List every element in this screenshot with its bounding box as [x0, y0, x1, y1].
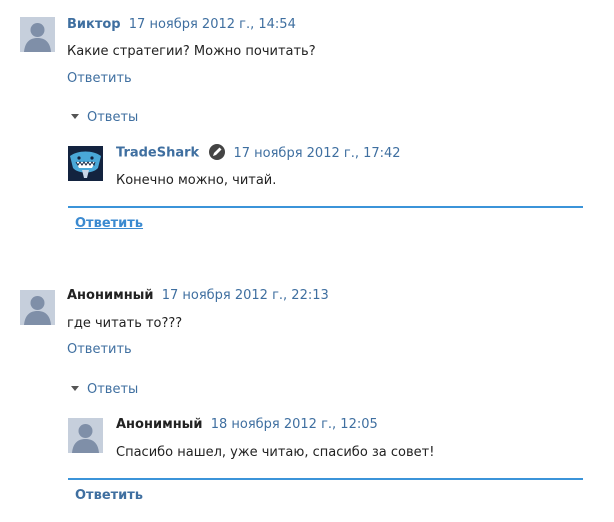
replies-toggle[interactable]: Ответы: [71, 110, 138, 125]
reply-divider: [68, 478, 583, 480]
comment-author[interactable]: Виктор: [67, 17, 121, 32]
reply-author: Анонимный: [116, 417, 203, 432]
comment-header: Виктор 17 ноября 2012 г., 14:54: [67, 17, 296, 32]
comment-text: Какие стратегии? Можно почитать?: [67, 44, 316, 59]
comment-text: где читать то???: [67, 316, 183, 331]
reply-divider: [68, 206, 583, 208]
person-silhouette-icon: [20, 290, 55, 325]
reply-author[interactable]: TradeShark: [116, 146, 199, 161]
person-silhouette-icon: [20, 17, 55, 52]
pencil-icon: [209, 144, 226, 160]
replies-toggle-label: Ответы: [87, 382, 139, 397]
comment-author: Анонимный: [67, 288, 154, 303]
person-silhouette-icon: [68, 418, 103, 453]
replies-toggle-label: Ответы: [87, 110, 139, 125]
reply-link[interactable]: Ответить: [67, 342, 132, 357]
triangle-down-icon: [71, 386, 79, 391]
reply-header: Анонимный 18 ноября 2012 г., 12:05: [116, 417, 378, 432]
avatar[interactable]: [20, 290, 55, 325]
comment-timestamp[interactable]: 17 ноября 2012 г., 22:13: [162, 288, 329, 303]
reply-button[interactable]: Ответить: [75, 216, 143, 231]
avatar[interactable]: [68, 418, 103, 453]
reply-header: TradeShark 17 ноября 2012 г., 17:42: [116, 144, 401, 161]
comment-header: Анонимный 17 ноября 2012 г., 22:13: [67, 288, 329, 303]
avatar[interactable]: [68, 146, 103, 181]
comment-timestamp[interactable]: 17 ноября 2012 г., 14:54: [129, 17, 296, 32]
triangle-down-icon: [71, 114, 79, 119]
avatar[interactable]: [20, 17, 55, 52]
reply-text: Конечно можно, читай.: [116, 173, 277, 188]
reply-timestamp[interactable]: 17 ноября 2012 г., 17:42: [233, 146, 400, 161]
reply-button[interactable]: Ответить: [75, 488, 143, 503]
replies-toggle[interactable]: Ответы: [71, 382, 138, 397]
reply-link[interactable]: Ответить: [67, 71, 132, 86]
reply-text: Спасибо нашел, уже читаю, спасибо за сов…: [116, 445, 435, 460]
reply-timestamp[interactable]: 18 ноября 2012 г., 12:05: [211, 417, 378, 432]
shark-logo-icon: [68, 146, 103, 181]
